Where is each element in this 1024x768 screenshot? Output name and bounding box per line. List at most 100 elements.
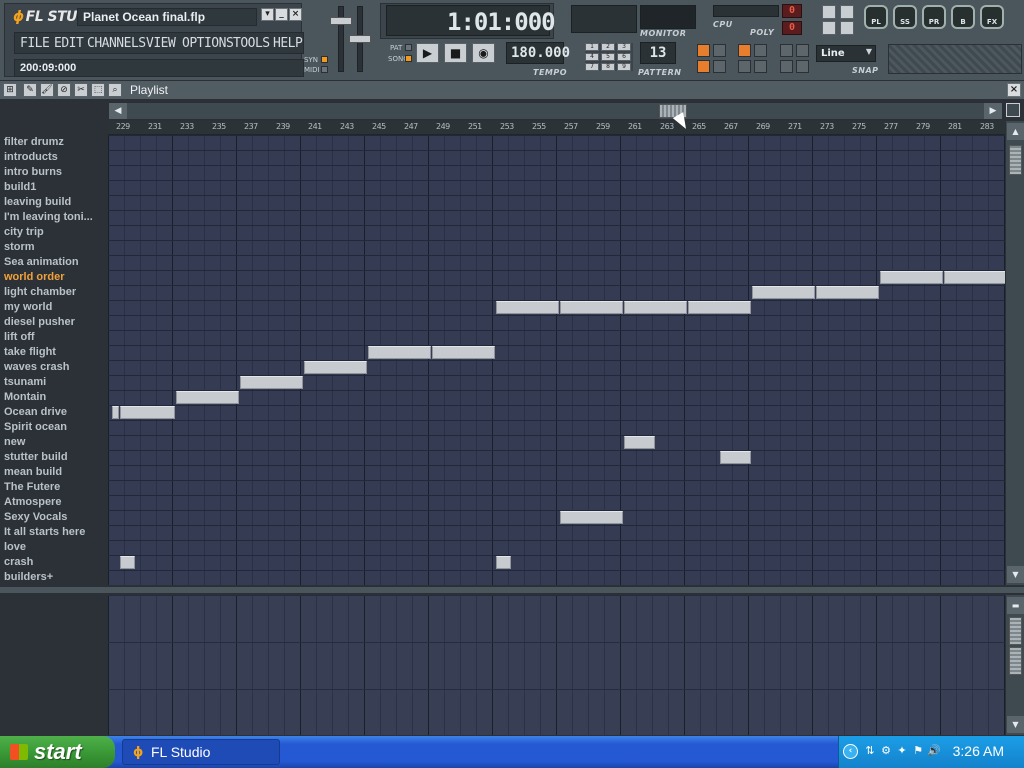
horizontal-scrollbar[interactable]: ◀ ▶ — [108, 102, 1003, 120]
pattern-button-9[interactable]: 9 — [617, 63, 631, 71]
pattern-clip[interactable] — [624, 436, 655, 449]
pattern-clip[interactable] — [112, 406, 119, 419]
playlist-menu-icon[interactable]: ⊞ — [3, 83, 17, 97]
paint-tool-icon[interactable]: 🖌 — [40, 83, 54, 97]
open-file-icon[interactable] — [822, 5, 836, 19]
loop-record-icon[interactable] — [796, 44, 809, 57]
track-name[interactable]: take flight — [0, 345, 104, 360]
draw-tool-icon[interactable]: ✎ — [23, 83, 37, 97]
pattern-display[interactable]: 13 — [640, 42, 676, 64]
playlist-grid[interactable] — [108, 135, 1005, 585]
track-name[interactable]: lift off — [0, 330, 104, 345]
settings-icon[interactable]: ⚙ — [879, 744, 893, 758]
track-name[interactable]: It all starts here — [0, 525, 104, 540]
show-hidden-icons-icon[interactable]: ‹ — [843, 744, 858, 759]
zoom-toggle-icon[interactable] — [1006, 103, 1020, 117]
track-name[interactable]: stutter build — [0, 450, 104, 465]
pattern-button-1[interactable]: 1 — [585, 43, 599, 51]
scroll-right-icon[interactable]: ▶ — [984, 103, 1002, 119]
master-volume-handle[interactable] — [330, 17, 352, 25]
lower-scroll-down-icon[interactable]: ▼ — [1007, 716, 1024, 733]
mixer-view-button[interactable]: FX — [980, 5, 1004, 29]
track-name[interactable]: intro burns — [0, 165, 104, 180]
pattern-clip[interactable] — [240, 376, 303, 389]
midi-led[interactable] — [321, 66, 328, 73]
track-name[interactable]: city trip — [0, 225, 104, 240]
wait-label-icon[interactable] — [754, 60, 767, 73]
track-name[interactable]: build1 — [0, 180, 104, 195]
track-name[interactable]: Atmospere — [0, 495, 104, 510]
vertical-scrollbar[interactable]: ▲ ▼ — [1005, 121, 1024, 585]
pattern-button-8[interactable]: 8 — [601, 63, 615, 71]
typing-keyboard-icon[interactable] — [713, 44, 726, 57]
automation-grid[interactable] — [108, 595, 1005, 735]
scroll-left-icon[interactable]: ◀ — [109, 103, 127, 119]
security-icon[interactable]: ⚑ — [911, 744, 925, 758]
pattern-button-7[interactable]: 7 — [585, 63, 599, 71]
lower-scroll-thumb-2[interactable] — [1009, 647, 1022, 675]
snap-select[interactable]: Line ▼ — [816, 45, 876, 62]
track-name[interactable]: I'm leaving toni... — [0, 210, 104, 225]
record-button[interactable]: ◉ — [472, 43, 495, 63]
pattern-button-3[interactable]: 3 — [617, 43, 631, 51]
save-file-icon[interactable] — [840, 5, 854, 19]
track-name[interactable]: Sexy Vocals — [0, 510, 104, 525]
pattern-clip[interactable] — [816, 286, 879, 299]
track-name[interactable]: light chamber — [0, 285, 104, 300]
menu-item-tools[interactable]: TOOLS — [233, 36, 270, 51]
pattern-clip[interactable] — [176, 391, 239, 404]
pattern-clip[interactable] — [752, 286, 815, 299]
slice-tool-icon[interactable]: ✂ — [74, 83, 88, 97]
track-name[interactable]: crash — [0, 555, 104, 570]
step-edit-icon[interactable] — [738, 44, 751, 57]
playlist-view-button[interactable]: PL — [864, 5, 888, 29]
track-name[interactable]: Montain — [0, 390, 104, 405]
close-button[interactable]: × — [289, 8, 302, 21]
tools-icon[interactable] — [713, 60, 726, 73]
pattern-clip[interactable] — [432, 346, 495, 359]
track-name[interactable]: storm — [0, 240, 104, 255]
pattern-clip[interactable] — [496, 556, 511, 569]
menu-down-icon[interactable]: ▾ — [261, 8, 274, 21]
pattern-button-5[interactable]: 5 — [601, 53, 615, 61]
scroll-down-icon[interactable]: ▼ — [1007, 566, 1024, 583]
pattern-clip[interactable] — [688, 301, 751, 314]
track-name[interactable]: leaving build — [0, 195, 104, 210]
menu-item-file[interactable]: FILE — [20, 36, 50, 51]
pattern-clip[interactable] — [624, 301, 687, 314]
pattern-clip[interactable] — [880, 271, 943, 284]
network-icon[interactable]: ⇅ — [863, 744, 877, 758]
pattern-clip[interactable] — [368, 346, 431, 359]
tools-tray-icon[interactable]: ✦ — [895, 744, 909, 758]
track-name[interactable]: my world — [0, 300, 104, 315]
delete-tool-icon[interactable]: ⊘ — [57, 83, 71, 97]
lower-vertical-scrollbar[interactable]: ▬ ▼ — [1005, 595, 1024, 735]
select-tool-icon[interactable]: ⬚ — [91, 83, 105, 97]
track-name[interactable]: diesel pusher — [0, 315, 104, 330]
zoom-tool-icon[interactable]: ⌕ — [108, 83, 122, 97]
piano-roll-view-button[interactable]: PR — [922, 5, 946, 29]
record-mode-icon[interactable] — [780, 60, 793, 73]
menu-item-help[interactable]: HELP — [273, 36, 303, 51]
track-name[interactable]: mean build — [0, 465, 104, 480]
track-name[interactable]: waves crash — [0, 360, 104, 375]
taskbar-item-fl-studio[interactable]: ɸ FL Studio — [122, 739, 280, 765]
pattern-clip[interactable] — [560, 301, 623, 314]
pat-mode-led[interactable] — [405, 44, 412, 51]
new-file-icon[interactable] — [822, 21, 836, 35]
vertical-scroll-thumb[interactable] — [1009, 145, 1022, 175]
countdown-icon[interactable] — [754, 44, 767, 57]
browser-view-button[interactable]: B — [951, 5, 975, 29]
play-button[interactable]: ▶ — [416, 43, 439, 63]
pattern-button-4[interactable]: 4 — [585, 53, 599, 61]
track-name[interactable]: new — [0, 435, 104, 450]
track-name[interactable]: The Futere — [0, 480, 104, 495]
lower-scroll-thumb[interactable] — [1009, 617, 1022, 645]
pattern-clip[interactable] — [944, 271, 1005, 284]
menu-item-edit[interactable]: EDIT — [54, 36, 84, 51]
minimize-button[interactable]: _ — [275, 8, 288, 21]
track-name[interactable]: Spirit ocean — [0, 420, 104, 435]
wait-icon[interactable] — [738, 60, 751, 73]
track-name[interactable]: builders+ — [0, 570, 104, 585]
overdub-icon[interactable] — [780, 44, 793, 57]
